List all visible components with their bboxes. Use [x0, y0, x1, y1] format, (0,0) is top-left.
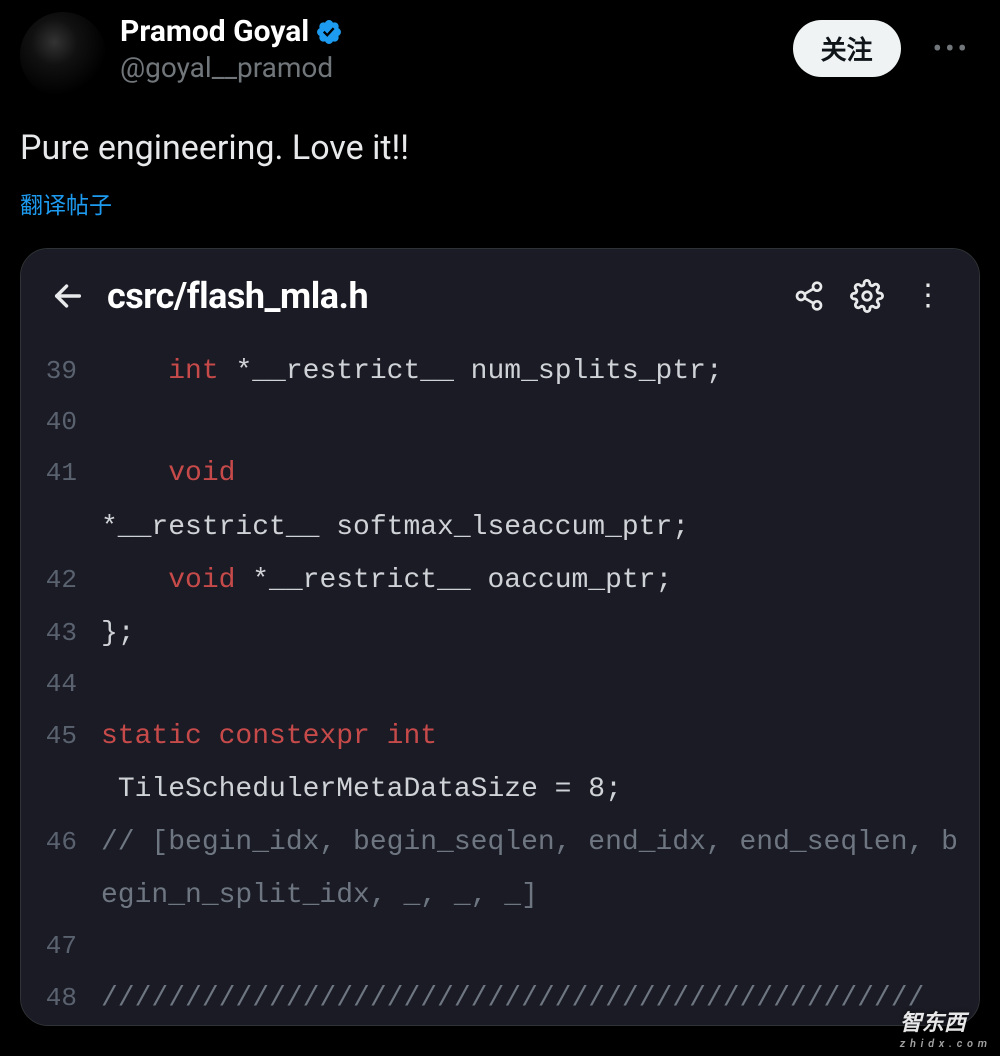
vertical-dots-icon[interactable]: ⋮ [907, 278, 949, 313]
avatar[interactable] [20, 12, 106, 98]
translate-link[interactable]: 翻译帖子 [20, 186, 112, 220]
line-number: 42 [21, 556, 101, 605]
code-content: void [101, 447, 979, 500]
display-name: Pramod Goyal [120, 14, 309, 49]
share-icon[interactable] [791, 278, 827, 314]
line-number: 48 [21, 974, 101, 1023]
code-content: int *__restrict__ num_splits_ptr; [101, 345, 979, 398]
code-body[interactable]: 39 int *__restrict__ num_splits_ptr;4041… [21, 335, 979, 1025]
code-content: // [begin_idx, begin_seqlen, end_idx, en… [101, 816, 979, 922]
verified-badge-icon [315, 18, 343, 46]
code-line: 39 int *__restrict__ num_splits_ptr; [21, 345, 979, 398]
line-number: 43 [21, 609, 101, 658]
code-line: *__restrict__ softmax_lseaccum_ptr; [21, 501, 979, 554]
more-options-icon[interactable]: ••• [923, 26, 980, 71]
code-line: 47 [21, 922, 979, 971]
code-line: 41 void [21, 447, 979, 500]
code-line: 46// [begin_idx, begin_seqlen, end_idx, … [21, 816, 979, 922]
code-content: void *__restrict__ oaccum_ptr; [101, 554, 979, 607]
code-content: TileSchedulerMetaDataSize = 8; [101, 763, 979, 816]
code-content: ////////////////////////////////////////… [101, 972, 979, 1025]
handle: @goyal__pramod [120, 51, 779, 84]
file-path: csrc/flash_mla.h [107, 275, 769, 317]
code-line: 42 void *__restrict__ oaccum_ptr; [21, 554, 979, 607]
code-content: static constexpr int [101, 710, 979, 763]
line-number: 45 [21, 712, 101, 761]
line-number: 47 [21, 922, 101, 971]
code-line: 43}; [21, 607, 979, 660]
watermark: 智东西 z h i d x . c o m [900, 1005, 988, 1050]
code-content: }; [101, 607, 979, 660]
tweet-text: Pure engineering. Love it!! [20, 126, 980, 172]
author-block: Pramod Goyal @goyal__pramod [120, 12, 779, 84]
code-line: 45static constexpr int [21, 710, 979, 763]
follow-button[interactable]: 关注 [793, 20, 901, 77]
line-number: 41 [21, 449, 101, 498]
embedded-code-card: csrc/flash_mla.h ⋮ 39 int *__restrict__ … [20, 248, 980, 1026]
line-number: 44 [21, 660, 101, 709]
code-content: *__restrict__ softmax_lseaccum_ptr; [101, 501, 979, 554]
code-line: TileSchedulerMetaDataSize = 8; [21, 763, 979, 816]
code-toolbar: csrc/flash_mla.h ⋮ [21, 249, 979, 335]
line-number: 40 [21, 398, 101, 447]
line-number: 46 [21, 818, 101, 867]
code-line: 48//////////////////////////////////////… [21, 972, 979, 1025]
code-line: 44 [21, 660, 979, 709]
gear-icon[interactable] [849, 278, 885, 314]
line-number: 39 [21, 347, 101, 396]
back-arrow-icon[interactable] [51, 279, 85, 313]
code-line: 40 [21, 398, 979, 447]
